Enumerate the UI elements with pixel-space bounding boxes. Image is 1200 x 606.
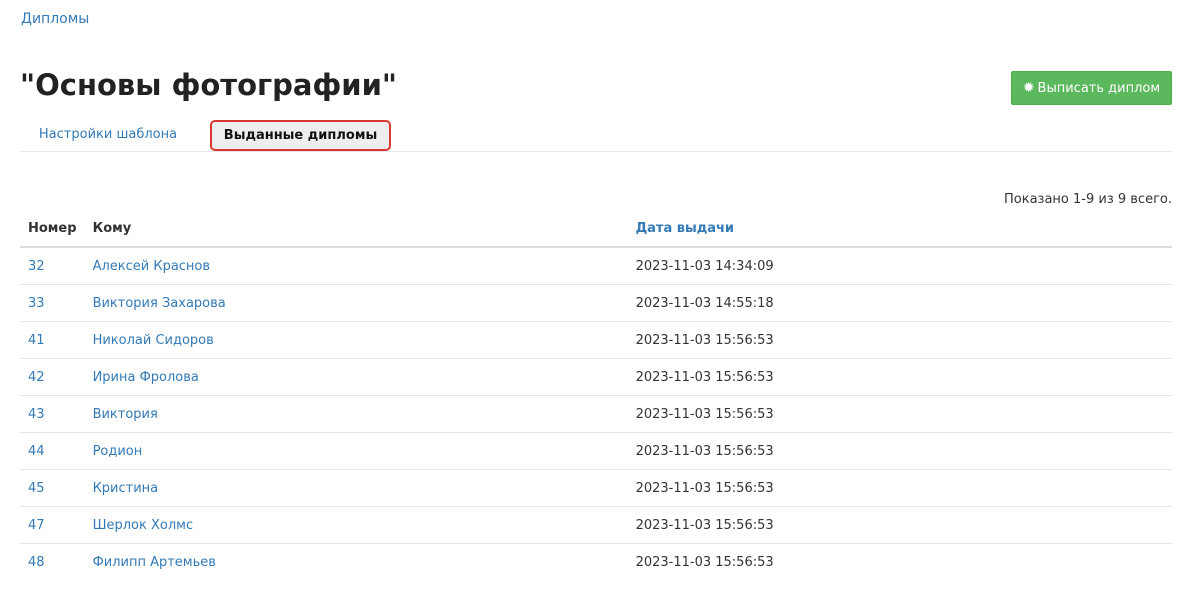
issue-diploma-label: Выписать диплом bbox=[1037, 80, 1161, 96]
diploma-number-link[interactable]: 33 bbox=[20, 284, 85, 322]
table-row: 32 Алексей Краснов 2023-11-03 14:34:09 bbox=[20, 247, 1172, 285]
page: Дипломы "Основы фотографии" ✹ Выписать д… bbox=[0, 0, 1200, 606]
issue-date: 2023-11-03 15:56:53 bbox=[627, 358, 1172, 396]
page-title: "Основы фотографии" bbox=[20, 68, 398, 102]
issue-diploma-button[interactable]: ✹ Выписать диплом bbox=[1011, 71, 1172, 105]
tab-issued-diplomas[interactable]: Выданные дипломы bbox=[210, 120, 391, 151]
tabs: Настройки шаблона Выданные дипломы bbox=[20, 118, 1172, 152]
diploma-number-link[interactable]: 43 bbox=[20, 395, 85, 433]
issue-date: 2023-11-03 15:56:53 bbox=[627, 506, 1172, 544]
table-row: 47 Шерлок Холмс 2023-11-03 15:56:53 bbox=[20, 506, 1172, 544]
tab-template-settings[interactable]: Настройки шаблона bbox=[20, 118, 196, 150]
column-header-to: Кому bbox=[84, 211, 628, 248]
recipient-link[interactable]: Виктория Захарова bbox=[84, 284, 628, 322]
table-row: 41 Николай Сидоров 2023-11-03 15:56:53 bbox=[20, 321, 1172, 359]
diploma-number-link[interactable]: 41 bbox=[20, 321, 85, 359]
summary-text: Показано 1-9 из 9 всего. bbox=[1004, 192, 1172, 207]
recipient-link[interactable]: Шерлок Холмс bbox=[84, 506, 628, 544]
diploma-number-link[interactable]: 42 bbox=[20, 358, 85, 396]
issue-date: 2023-11-03 15:56:53 bbox=[627, 321, 1172, 359]
recipient-link[interactable]: Филипп Артемьев bbox=[85, 544, 628, 581]
recipient-link[interactable]: Алексей Краснов bbox=[84, 247, 628, 285]
table-row: 45 Кристина 2023-11-03 15:56:53 bbox=[20, 469, 1172, 507]
issue-date: 2023-11-03 15:56:53 bbox=[627, 469, 1172, 507]
diploma-number-link[interactable]: 45 bbox=[20, 469, 85, 507]
table-row: 48 Филипп Артемьев 2023-11-03 15:56:53 bbox=[20, 544, 1172, 581]
breadcrumb-diplomas-link[interactable]: Дипломы bbox=[21, 11, 89, 27]
table-header-row: Номер Кому Дата выдачи bbox=[20, 211, 1172, 248]
recipient-link[interactable]: Ирина Фролова bbox=[84, 358, 628, 396]
table-row: 42 Ирина Фролова 2023-11-03 15:56:53 bbox=[20, 358, 1172, 396]
issue-date: 2023-11-03 15:56:53 bbox=[635, 554, 774, 570]
issue-date: 2023-11-03 14:55:18 bbox=[627, 284, 1172, 322]
column-header-number: Номер bbox=[20, 211, 85, 248]
table-body: 32 Алексей Краснов 2023-11-03 14:34:09 3… bbox=[20, 247, 1172, 580]
diplomas-table: Номер Кому Дата выдачи 32 Алексей Красно… bbox=[20, 211, 1172, 580]
recipient-link[interactable]: Виктория bbox=[84, 395, 628, 433]
recipient-link[interactable]: Кристина bbox=[84, 469, 628, 507]
issue-date: 2023-11-03 15:56:53 bbox=[627, 432, 1172, 470]
table-row: 43 Виктория 2023-11-03 15:56:53 bbox=[20, 395, 1172, 433]
diploma-number-link[interactable]: 47 bbox=[20, 506, 85, 544]
issue-date: 2023-11-03 14:34:09 bbox=[627, 247, 1172, 285]
certificate-icon: ✹ bbox=[1022, 80, 1035, 96]
recipient-link[interactable]: Николай Сидоров bbox=[84, 321, 628, 359]
recipient-link[interactable]: Родион bbox=[84, 432, 628, 470]
table-row: 33 Виктория Захарова 2023-11-03 14:55:18 bbox=[20, 284, 1172, 322]
issue-date: 2023-11-03 15:56:53 bbox=[627, 395, 1172, 433]
diploma-number-link[interactable]: 32 bbox=[20, 247, 85, 285]
diploma-number-link[interactable]: 48 bbox=[20, 544, 85, 581]
table-row: 44 Родион 2023-11-03 15:56:53 bbox=[20, 432, 1172, 470]
column-header-date-sort[interactable]: Дата выдачи bbox=[627, 211, 1172, 248]
diploma-number-link[interactable]: 44 bbox=[20, 432, 85, 470]
